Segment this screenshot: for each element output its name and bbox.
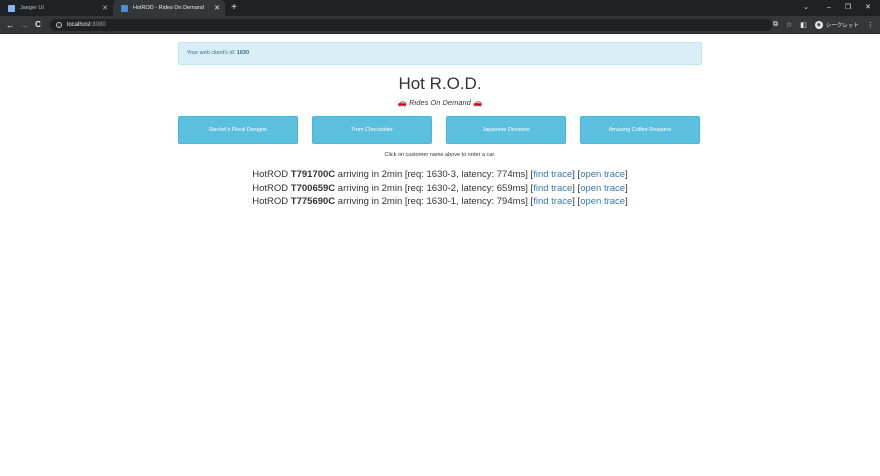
hotrod-favicon-icon	[121, 4, 128, 12]
tab-search-chevron-down-icon[interactable]: ⌄	[800, 0, 812, 16]
reload-icon[interactable]: C	[32, 16, 44, 34]
license-plate: T700659C	[290, 182, 336, 194]
find-trace-link[interactable]: find trace	[533, 183, 572, 194]
restore-button[interactable]: ❐	[842, 0, 854, 16]
ride-item: HotROD T700659C arriving in 2min [req: 1…	[178, 182, 702, 196]
open-trace-link[interactable]: open trace	[580, 169, 625, 180]
profile-label: シークレット	[825, 23, 859, 29]
page-title: Hot R.O.D.	[398, 74, 482, 93]
alert-text: Your web client's id:	[187, 50, 237, 56]
translate-icon[interactable]: ⧉	[773, 21, 778, 29]
subtitle-text: Rides On Demand	[409, 98, 471, 107]
profile-button[interactable]: ◉ シークレット	[814, 21, 859, 29]
close-window-button[interactable]: ✕	[862, 0, 874, 16]
license-plate: T775690C	[290, 196, 336, 207]
ride-prefix: HotROD	[252, 182, 291, 194]
jaeger-favicon-icon	[8, 4, 15, 12]
ride-details: arriving in 2min [req: 1630-2, latency: …	[335, 182, 534, 194]
side-panel-icon[interactable]: ◧	[800, 21, 807, 29]
ride-item: HotROD T791700C arriving in 2min [req: 1…	[178, 168, 702, 182]
tab-title: HotROD - Rides On Demand	[133, 5, 204, 11]
bracket: ]	[625, 196, 628, 207]
page-content: Your web client's id: 1630 Hot R.O.D. 🚗 …	[0, 34, 880, 476]
ride-item: HotROD T775690C arriving in 2min [req: 1…	[178, 195, 702, 209]
incognito-avatar-icon: ◉	[814, 21, 823, 29]
car-icon: 🚗	[472, 98, 483, 107]
close-icon[interactable]: ✕	[213, 4, 221, 12]
ride-details: arriving in 2min [req: 1630-3, latency: …	[335, 169, 534, 180]
browser-toolbar: ← → C i localhost:8080 ⧉ ☆ ◧ ◉ シークレット ⋮	[0, 16, 880, 34]
ride-prefix: HotROD	[252, 169, 291, 180]
forward-arrow-icon[interactable]: →	[18, 16, 30, 34]
minimize-button[interactable]: –	[823, 0, 835, 16]
tab-hotrod[interactable]: HotROD - Rides On Demand ✕	[113, 0, 225, 16]
bracket: ] [	[572, 169, 581, 180]
car-icon: 🚗	[397, 98, 408, 107]
open-trace-link[interactable]: open trace	[580, 196, 625, 207]
url-port: :8080	[90, 22, 106, 28]
tab-title: Jaeger UI	[20, 5, 44, 11]
bracket: ] [	[572, 182, 581, 194]
customer-button-trom-chocolatier[interactable]: Trom Chocolatier	[312, 116, 432, 144]
client-id: 1630	[236, 50, 250, 56]
ride-list: HotROD T791700C arriving in 2min [req: 1…	[178, 168, 702, 209]
page-subtitle: 🚗 Rides On Demand 🚗	[178, 98, 702, 107]
menu-kebab-icon[interactable]: ⋮	[867, 21, 874, 29]
customer-button-rachels-floral-designs[interactable]: Rachel's Floral Designs	[178, 116, 298, 144]
order-hint: Click on customer name above to order a …	[384, 152, 496, 158]
close-icon[interactable]: ✕	[101, 4, 109, 12]
address-bar[interactable]: i localhost:8080	[50, 19, 772, 31]
client-id-alert: Your web client's id: 1630	[178, 42, 702, 65]
customer-button-japanese-desserts[interactable]: Japanese Desserts	[446, 116, 566, 144]
ride-prefix: HotROD	[252, 196, 291, 207]
open-trace-link[interactable]: open trace	[580, 183, 625, 194]
bracket: ] [	[572, 196, 581, 207]
bookmark-star-icon[interactable]: ☆	[786, 21, 792, 29]
bracket: ]	[625, 169, 628, 180]
customer-button-amazing-coffee-roasters[interactable]: Amazing Coffee Roasters	[580, 116, 700, 144]
license-plate: T791700C	[290, 169, 336, 180]
find-trace-link[interactable]: find trace	[533, 196, 572, 207]
browser-tab-strip: Jaeger UI ✕ HotROD - Rides On Demand ✕ +…	[0, 0, 880, 16]
find-trace-link[interactable]: find trace	[533, 169, 572, 180]
back-arrow-icon[interactable]: ←	[4, 16, 16, 34]
new-tab-button[interactable]: +	[229, 0, 239, 16]
site-info-icon[interactable]: i	[56, 22, 62, 28]
tab-jaeger-ui[interactable]: Jaeger UI ✕	[0, 0, 113, 16]
bracket: ]	[625, 182, 628, 194]
url-host: localhost	[67, 22, 91, 28]
ride-details: arriving in 2min [req: 1630-1, latency: …	[335, 196, 534, 207]
toolbar-actions: ⧉ ☆ ◧ ◉ シークレット ⋮	[773, 16, 875, 34]
